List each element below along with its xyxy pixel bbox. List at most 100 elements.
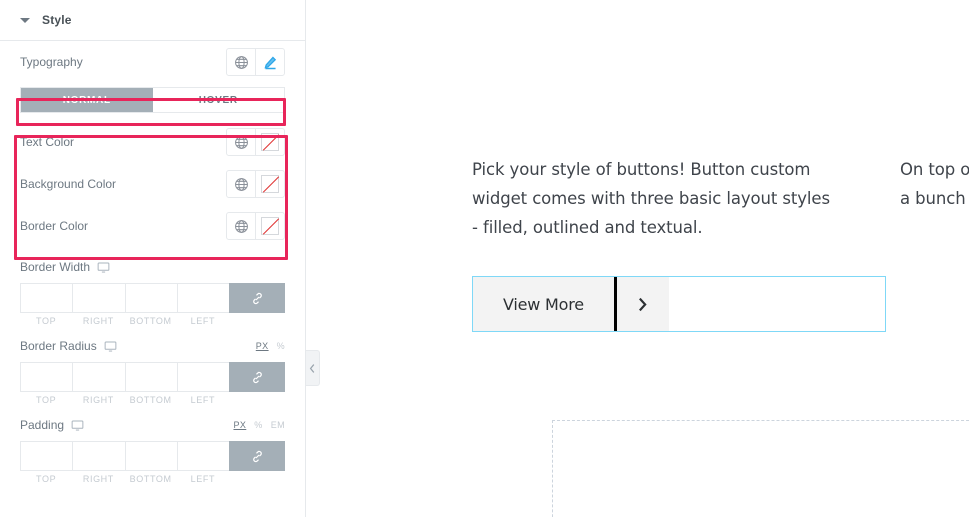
- border-radius-right-input[interactable]: [72, 362, 125, 392]
- padding-label-wrap: Padding: [20, 418, 84, 432]
- typography-control-row: Typography: [20, 41, 285, 83]
- border-radius-label-wrap: Border Radius: [20, 339, 117, 353]
- background-color-buttons: [226, 170, 285, 198]
- unit-px[interactable]: PX: [233, 420, 246, 430]
- style-section-header[interactable]: Style: [0, 0, 305, 41]
- text-color-row: Text Color: [20, 121, 285, 163]
- padding-bottom-input[interactable]: [124, 441, 177, 471]
- view-more-button[interactable]: View More: [473, 277, 669, 331]
- empty-color-swatch-icon: [261, 217, 279, 235]
- border-radius-top-input[interactable]: [20, 362, 73, 392]
- side-label-right: RIGHT: [82, 316, 114, 326]
- background-color-swatch[interactable]: [255, 171, 284, 197]
- side-label-left: LEFT: [190, 395, 216, 405]
- globe-icon[interactable]: [227, 171, 255, 197]
- border-width-link-toggle[interactable]: [229, 283, 285, 313]
- desktop-monitor-icon[interactable]: [97, 261, 110, 274]
- padding-link-toggle[interactable]: [229, 441, 285, 471]
- border-color-label: Border Color: [20, 219, 89, 233]
- border-radius-block: Border Radius PX % TOP RIGHT BOTTOM LEFT: [20, 336, 285, 405]
- state-tabs-wrapper: NORMAL HOVER: [20, 87, 285, 113]
- text-color-label: Text Color: [20, 135, 75, 149]
- border-color-swatch[interactable]: [255, 213, 284, 239]
- side-label-top: TOP: [36, 395, 57, 405]
- tab-normal[interactable]: NORMAL: [21, 88, 153, 112]
- caret-down-icon: [20, 15, 30, 25]
- text-color-buttons: [226, 128, 285, 156]
- unit-em[interactable]: EM: [271, 420, 285, 430]
- border-radius-inputs: [20, 362, 285, 392]
- border-width-inputs: [20, 283, 285, 313]
- background-color-label: Background Color: [20, 177, 117, 191]
- globe-icon[interactable]: [227, 129, 255, 155]
- border-width-top-input[interactable]: [20, 283, 73, 313]
- panel-collapse-handle[interactable]: [306, 350, 320, 386]
- empty-section-dropzone[interactable]: [552, 420, 969, 517]
- unit-px[interactable]: PX: [256, 341, 269, 351]
- border-width-left-input[interactable]: [176, 283, 229, 313]
- side-label-top: TOP: [36, 316, 57, 326]
- side-label-bottom: BOTTOM: [129, 474, 172, 484]
- padding-inputs: [20, 441, 285, 471]
- border-color-buttons: [226, 212, 285, 240]
- padding-head: Padding PX % EM: [20, 415, 285, 435]
- border-width-label-wrap: Border Width: [20, 260, 110, 274]
- side-label-bottom: BOTTOM: [129, 395, 172, 405]
- desktop-monitor-icon[interactable]: [104, 340, 117, 353]
- padding-units: PX % EM: [233, 420, 285, 430]
- background-color-row: Background Color: [20, 163, 285, 205]
- border-width-bottom-input[interactable]: [124, 283, 177, 313]
- border-radius-label: Border Radius: [20, 339, 97, 353]
- text-color-swatch[interactable]: [255, 129, 284, 155]
- border-width-side-labels: TOP RIGHT BOTTOM LEFT: [20, 316, 285, 326]
- text-column-right: On top of that you also get a bunch of s…: [900, 155, 969, 213]
- border-radius-head: Border Radius PX %: [20, 336, 285, 356]
- paragraph-right: On top of that you also get a bunch of s…: [900, 160, 969, 208]
- view-more-button-label: View More: [503, 294, 584, 314]
- unit-percent[interactable]: %: [277, 341, 285, 351]
- side-label-left: LEFT: [190, 474, 216, 484]
- border-radius-side-labels: TOP RIGHT BOTTOM LEFT: [20, 395, 285, 405]
- border-radius-link-toggle[interactable]: [229, 362, 285, 392]
- desktop-monitor-icon[interactable]: [71, 419, 84, 432]
- padding-left-input[interactable]: [176, 441, 229, 471]
- padding-label: Padding: [20, 418, 65, 432]
- border-radius-left-input[interactable]: [176, 362, 229, 392]
- state-tabs: NORMAL HOVER: [20, 87, 285, 113]
- unit-percent[interactable]: %: [254, 420, 262, 430]
- paragraph-left: Pick your style of buttons! Button custo…: [472, 160, 830, 237]
- empty-color-swatch-icon: [261, 175, 279, 193]
- padding-right-input[interactable]: [72, 441, 125, 471]
- empty-color-swatch-icon: [261, 133, 279, 151]
- preview-canvas: Pick your style of buttons! Button custo…: [306, 0, 969, 517]
- border-width-right-input[interactable]: [72, 283, 125, 313]
- typography-buttons: [226, 48, 285, 76]
- border-radius-units: PX %: [256, 341, 285, 351]
- side-label-right: RIGHT: [82, 395, 114, 405]
- panel-body: Typography NORMAL HOVER Text Color Backg…: [0, 41, 305, 484]
- section-title: Style: [42, 13, 72, 27]
- globe-icon[interactable]: [227, 213, 255, 239]
- globe-icon[interactable]: [227, 49, 255, 75]
- side-label-left: LEFT: [190, 316, 216, 326]
- editor-root: Style Typography NORMAL HOVER Text Color…: [0, 0, 969, 517]
- border-color-row: Border Color: [20, 205, 285, 247]
- color-controls-group: Text Color Background Color Border Color: [20, 121, 285, 247]
- style-settings-panel: Style Typography NORMAL HOVER Text Color…: [0, 0, 306, 517]
- button-widget-container[interactable]: View More: [472, 276, 886, 332]
- border-radius-bottom-input[interactable]: [124, 362, 177, 392]
- side-label-right: RIGHT: [82, 474, 114, 484]
- chevron-right-icon: [617, 277, 669, 331]
- typography-label: Typography: [20, 55, 83, 69]
- side-label-bottom: BOTTOM: [129, 316, 172, 326]
- tab-hover[interactable]: HOVER: [152, 88, 284, 112]
- border-width-head: Border Width: [20, 257, 285, 277]
- border-width-label: Border Width: [20, 260, 91, 274]
- padding-block: Padding PX % EM TOP RIGHT BOTTOM LEFT: [20, 415, 285, 484]
- side-label-top: TOP: [36, 474, 57, 484]
- padding-side-labels: TOP RIGHT BOTTOM LEFT: [20, 474, 285, 484]
- border-width-block: Border Width TOP RIGHT BOTTOM LEFT: [20, 257, 285, 326]
- pencil-edit-icon[interactable]: [255, 49, 284, 75]
- text-column-left: Pick your style of buttons! Button custo…: [472, 155, 832, 242]
- padding-top-input[interactable]: [20, 441, 73, 471]
